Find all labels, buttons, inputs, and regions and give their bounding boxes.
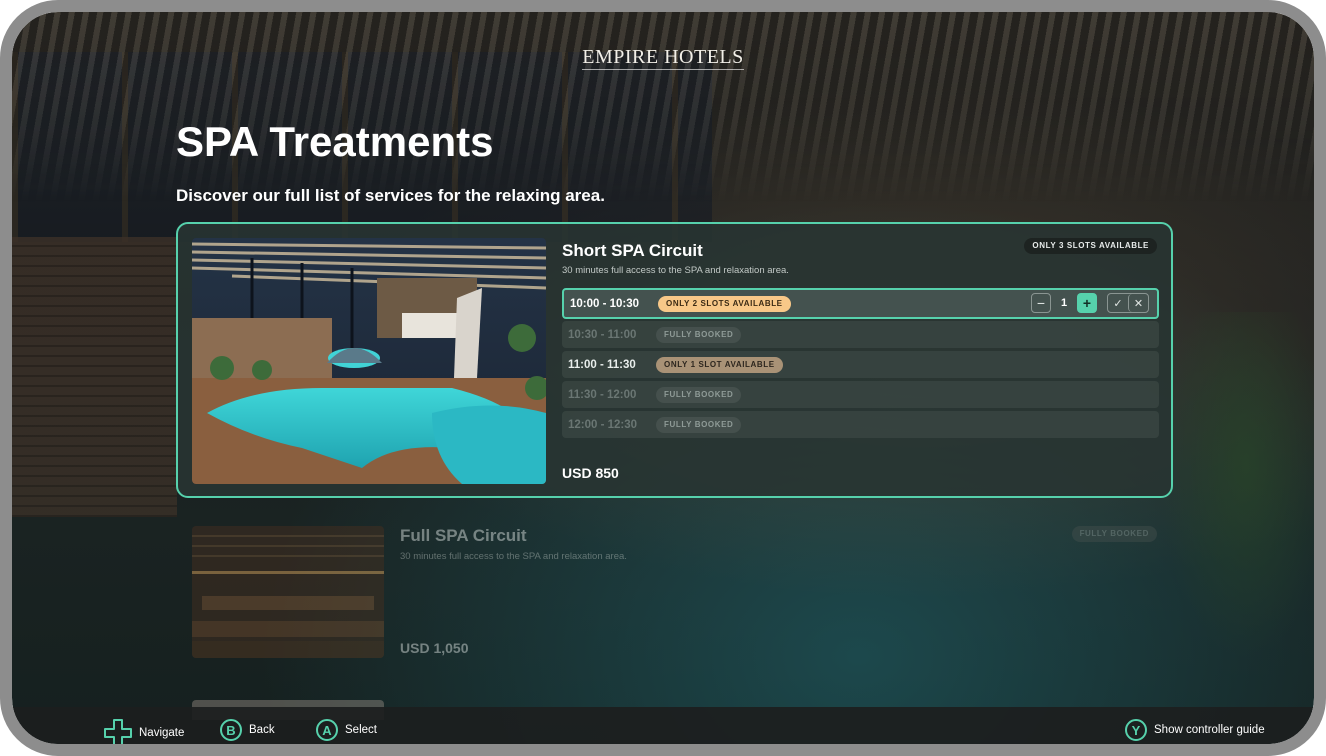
slot-status-badge: FULLY BOOKED (656, 416, 742, 433)
pool-illustration (192, 238, 546, 484)
a-button-icon: A (316, 719, 338, 741)
hint-label: Navigate (139, 727, 185, 739)
card-title: Short SPA Circuit (562, 241, 703, 260)
page-title: SPA Treatments (176, 118, 494, 165)
quantity-value: 1 (1060, 297, 1068, 309)
slot-status-badge: ONLY 2 SLOTS AVAILABLE (658, 295, 791, 312)
availability-badge: FULLY BOOKED (1071, 526, 1157, 542)
slot-time: 12:00 - 12:30 (568, 418, 638, 431)
time-slot-row[interactable]: 11:00 - 11:30 ONLY 1 SLOT AVAILABLE (562, 351, 1159, 378)
time-slot-row: 11:30 - 12:00 FULLY BOOKED (562, 381, 1159, 408)
controller-hint-bar: Navigate B Back A Select Y Show controll… (12, 707, 1314, 744)
hint-select[interactable]: A Select (316, 719, 377, 741)
slot-status-badge: FULLY BOOKED (656, 326, 742, 343)
device-frame: EMPIRE HOTELS SPA Treatments Discover ou… (0, 0, 1326, 756)
close-icon[interactable]: ✕ (1128, 294, 1148, 312)
sauna-photo (192, 526, 384, 658)
brand-logo: EMPIRE HOTELS (12, 46, 1314, 70)
availability-badge: ONLY 3 SLOTS AVAILABLE (1024, 238, 1157, 254)
slot-status-badge: ONLY 1 SLOT AVAILABLE (656, 356, 783, 373)
card-price: USD 1,050 (400, 640, 469, 656)
background-brick-wall (12, 237, 177, 517)
hint-navigate[interactable]: Navigate (104, 719, 184, 744)
sauna-illustration (192, 526, 384, 658)
b-button-icon: B (220, 719, 242, 741)
slot-status-badge: FULLY BOOKED (656, 386, 742, 403)
card-description: 30 minutes full access to the SPA and re… (400, 551, 627, 562)
slot-time: 10:00 - 10:30 (570, 297, 640, 310)
dpad-icon (104, 719, 132, 744)
hint-controller-guide[interactable]: Y Show controller guide (1125, 719, 1265, 741)
treatment-card-short-spa[interactable]: Short SPA Circuit 30 minutes full access… (176, 222, 1173, 498)
card-price: USD 850 (562, 465, 619, 481)
time-slot-row[interactable]: 10:00 - 10:30 ONLY 2 SLOTS AVAILABLE − 1… (562, 288, 1159, 319)
time-slot-list: 10:00 - 10:30 ONLY 2 SLOTS AVAILABLE − 1… (562, 288, 1159, 441)
quantity-stepper: − 1 + ✓ ✕ (1031, 293, 1149, 313)
pool-photo (192, 238, 546, 484)
hint-back[interactable]: B Back (220, 719, 275, 741)
card-title: Full SPA Circuit (400, 526, 527, 545)
plus-icon[interactable]: + (1077, 293, 1097, 313)
slot-time: 10:30 - 11:00 (568, 328, 637, 341)
hint-label: Select (345, 724, 377, 736)
screen: EMPIRE HOTELS SPA Treatments Discover ou… (12, 12, 1314, 744)
y-button-icon: Y (1125, 719, 1147, 741)
minus-icon[interactable]: − (1031, 293, 1051, 313)
confirm-cancel-group: ✓ ✕ (1107, 293, 1149, 313)
time-slot-row: 12:00 - 12:30 FULLY BOOKED (562, 411, 1159, 438)
card-description: 30 minutes full access to the SPA and re… (562, 265, 789, 276)
brand-logo-text: EMPIRE HOTELS (582, 46, 744, 70)
background-ceiling (12, 12, 1314, 202)
slot-time: 11:30 - 12:00 (568, 388, 637, 401)
hint-label: Back (249, 724, 275, 736)
treatment-card-full-spa[interactable]: Full SPA Circuit 30 minutes full access … (176, 512, 1173, 672)
check-icon[interactable]: ✓ (1108, 294, 1128, 312)
time-slot-row: 10:30 - 11:00 FULLY BOOKED (562, 321, 1159, 348)
slot-time: 11:00 - 11:30 (568, 358, 636, 371)
hint-label: Show controller guide (1154, 724, 1265, 736)
page-subtitle: Discover our full list of services for t… (176, 186, 605, 205)
